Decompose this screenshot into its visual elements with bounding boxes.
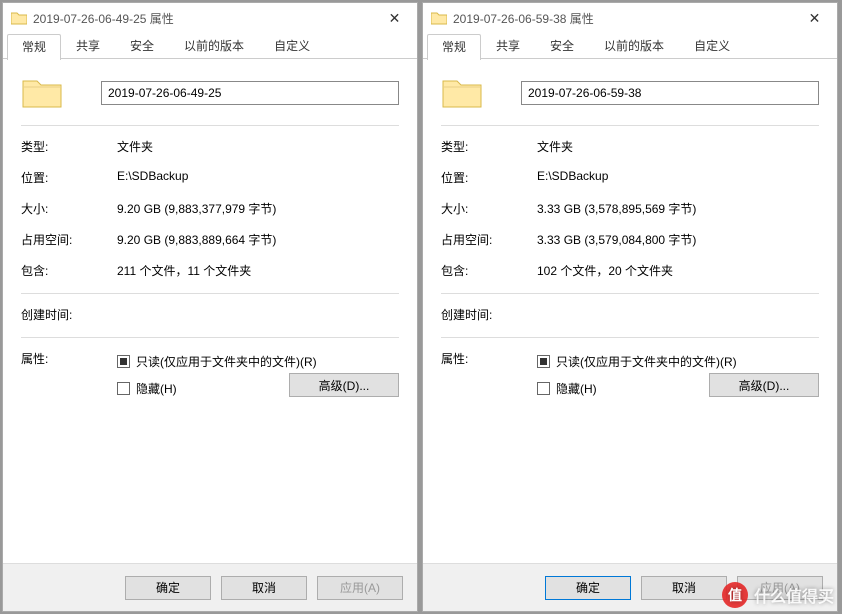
folder-icon-large — [21, 75, 63, 111]
folder-icon — [11, 11, 27, 25]
size-label: 大小: — [441, 200, 537, 217]
dialog-button-bar: 确定 取消 应用(A) — [3, 563, 417, 611]
hidden-checkbox[interactable] — [117, 382, 130, 395]
window-title: 2019-07-26-06-49-25 属性 — [33, 10, 372, 27]
size-value: 3.33 GB (3,578,895,569 字节) — [537, 200, 819, 217]
readonly-label: 只读(仅应用于文件夹中的文件)(R) — [556, 353, 737, 370]
folder-icon — [431, 11, 447, 25]
contains-value: 102 个文件，20 个文件夹 — [537, 262, 819, 279]
hidden-label: 隐藏(H) — [136, 380, 177, 397]
tab-sharing[interactable]: 共享 — [61, 33, 115, 59]
created-value — [117, 306, 399, 323]
folder-name-input[interactable] — [101, 81, 399, 105]
tab-customize[interactable]: 自定义 — [679, 33, 745, 59]
tab-customize[interactable]: 自定义 — [259, 33, 325, 59]
advanced-button[interactable]: 高级(D)... — [289, 373, 399, 397]
readonly-label: 只读(仅应用于文件夹中的文件)(R) — [136, 353, 317, 370]
size-on-disk-label: 占用空间: — [21, 231, 117, 248]
cancel-button[interactable]: 取消 — [641, 576, 727, 600]
tab-security[interactable]: 安全 — [535, 33, 589, 59]
hidden-label: 隐藏(H) — [556, 380, 597, 397]
hidden-checkbox[interactable] — [537, 382, 550, 395]
tab-content-general: 类型:文件夹 位置:E:\SDBackup 大小:9.20 GB (9,883,… — [3, 59, 417, 563]
type-label: 类型: — [21, 138, 117, 155]
tab-sharing[interactable]: 共享 — [481, 33, 535, 59]
location-value: E:\SDBackup — [117, 169, 399, 186]
separator — [21, 125, 399, 126]
created-label: 创建时间: — [441, 306, 537, 323]
folder-icon-large — [441, 75, 483, 111]
location-value: E:\SDBackup — [537, 169, 819, 186]
separator — [441, 337, 819, 338]
readonly-checkbox[interactable] — [117, 355, 130, 368]
created-value — [537, 306, 819, 323]
cancel-button[interactable]: 取消 — [221, 576, 307, 600]
window-title: 2019-07-26-06-59-38 属性 — [453, 10, 792, 27]
size-value: 9.20 GB (9,883,377,979 字节) — [117, 200, 399, 217]
type-value: 文件夹 — [537, 138, 819, 155]
type-label: 类型: — [441, 138, 537, 155]
type-value: 文件夹 — [117, 138, 399, 155]
tab-general[interactable]: 常规 — [427, 34, 481, 60]
size-on-disk-value: 3.33 GB (3,579,084,800 字节) — [537, 231, 819, 248]
tab-general[interactable]: 常规 — [7, 34, 61, 60]
properties-dialog-2: 2019-07-26-06-59-38 属性 ✕ 常规 共享 安全 以前的版本 … — [422, 2, 838, 612]
properties-dialog-1: 2019-07-26-06-49-25 属性 ✕ 常规 共享 安全 以前的版本 … — [2, 2, 418, 612]
ok-button[interactable]: 确定 — [125, 576, 211, 600]
size-on-disk-label: 占用空间: — [441, 231, 537, 248]
titlebar[interactable]: 2019-07-26-06-49-25 属性 ✕ — [3, 3, 417, 33]
separator — [441, 125, 819, 126]
attributes-label: 属性: — [21, 350, 117, 367]
apply-button: 应用(A) — [737, 576, 823, 600]
tab-previous-versions[interactable]: 以前的版本 — [589, 33, 679, 59]
close-icon[interactable]: ✕ — [792, 3, 837, 33]
advanced-button[interactable]: 高级(D)... — [709, 373, 819, 397]
tab-security[interactable]: 安全 — [115, 33, 169, 59]
tab-content-general: 类型:文件夹 位置:E:\SDBackup 大小:3.33 GB (3,578,… — [423, 59, 837, 563]
size-on-disk-value: 9.20 GB (9,883,889,664 字节) — [117, 231, 399, 248]
contains-label: 包含: — [21, 262, 117, 279]
size-label: 大小: — [21, 200, 117, 217]
location-label: 位置: — [21, 169, 117, 186]
tab-strip: 常规 共享 安全 以前的版本 自定义 — [423, 33, 837, 59]
folder-name-input[interactable] — [521, 81, 819, 105]
dialog-button-bar: 确定 取消 应用(A) — [423, 563, 837, 611]
separator — [21, 293, 399, 294]
close-icon[interactable]: ✕ — [372, 3, 417, 33]
ok-button[interactable]: 确定 — [545, 576, 631, 600]
attributes-label: 属性: — [441, 350, 537, 367]
location-label: 位置: — [441, 169, 537, 186]
separator — [21, 337, 399, 338]
contains-label: 包含: — [441, 262, 537, 279]
apply-button: 应用(A) — [317, 576, 403, 600]
titlebar[interactable]: 2019-07-26-06-59-38 属性 ✕ — [423, 3, 837, 33]
separator — [441, 293, 819, 294]
tab-strip: 常规 共享 安全 以前的版本 自定义 — [3, 33, 417, 59]
created-label: 创建时间: — [21, 306, 117, 323]
readonly-checkbox[interactable] — [537, 355, 550, 368]
contains-value: 211 个文件，11 个文件夹 — [117, 262, 399, 279]
tab-previous-versions[interactable]: 以前的版本 — [169, 33, 259, 59]
